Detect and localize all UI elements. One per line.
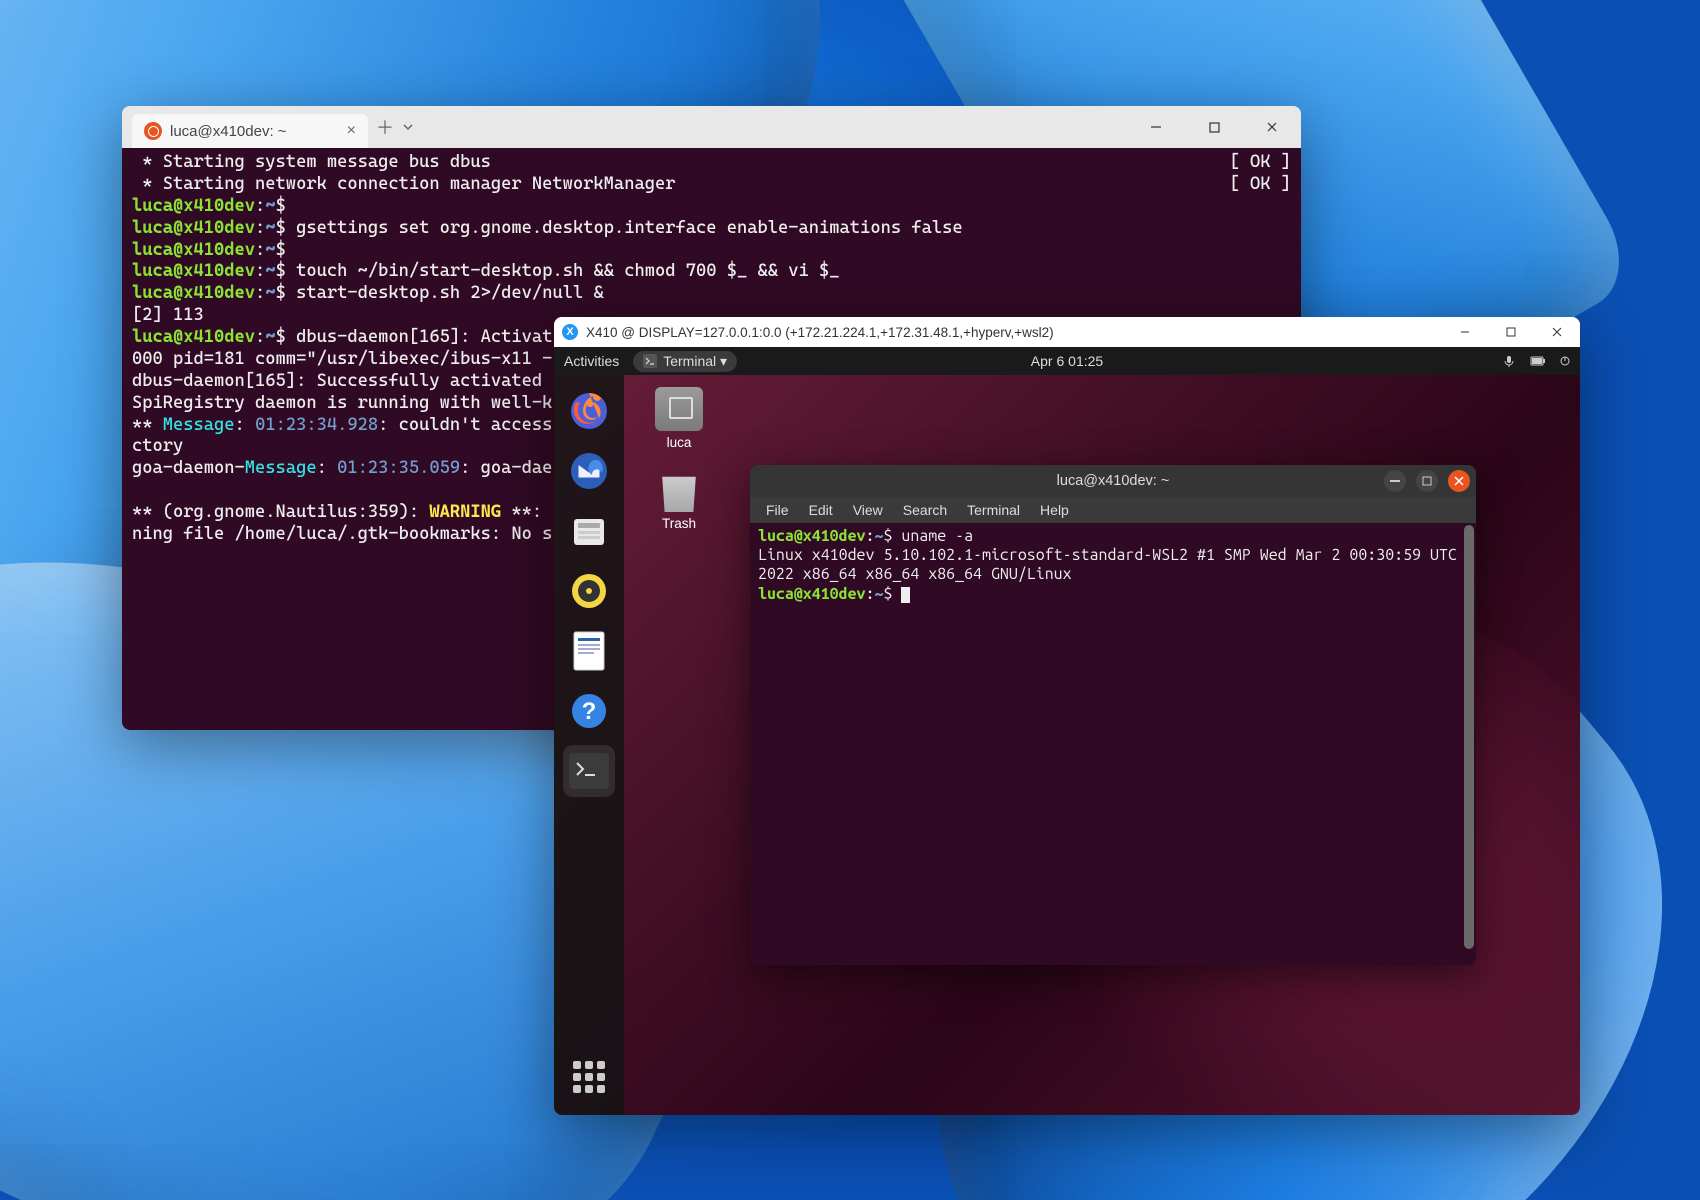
x410-icon: X bbox=[562, 324, 578, 340]
x410-titlebar[interactable]: X X410 @ DISPLAY=127.0.0.1:0.0 (+172.21.… bbox=[554, 317, 1580, 347]
show-apps-button[interactable] bbox=[563, 1051, 615, 1103]
close-tab-icon[interactable]: × bbox=[347, 122, 356, 140]
windows-terminal-titlebar[interactable]: luca@x410dev: ~ × ＋ bbox=[122, 106, 1301, 148]
icon-label: luca bbox=[639, 435, 719, 450]
dock-files[interactable] bbox=[563, 505, 615, 557]
maximize-button[interactable] bbox=[1185, 106, 1243, 148]
menu-terminal[interactable]: Terminal bbox=[959, 500, 1028, 520]
thunderbird-icon bbox=[568, 450, 610, 492]
gnome-terminal-window[interactable]: luca@x410dev: ~ File Edit View Search Te… bbox=[750, 465, 1476, 965]
window-title: luca@x410dev: ~ bbox=[1057, 473, 1170, 489]
minimize-button[interactable] bbox=[1384, 470, 1406, 492]
folder-icon bbox=[655, 387, 703, 431]
desktop-icons: luca Trash bbox=[639, 387, 719, 549]
writer-icon bbox=[570, 630, 608, 672]
active-app-indicator[interactable]: Terminal ▾ bbox=[633, 351, 737, 372]
help-icon: ? bbox=[569, 691, 609, 731]
clock[interactable]: Apr 6 01:25 bbox=[1031, 353, 1103, 369]
files-icon bbox=[569, 511, 609, 551]
apps-grid-icon bbox=[573, 1061, 605, 1093]
scrollbar[interactable] bbox=[1464, 525, 1474, 949]
trash-icon bbox=[655, 468, 703, 512]
menu-help[interactable]: Help bbox=[1032, 500, 1077, 520]
gnome-terminal-menubar: File Edit View Search Terminal Help bbox=[750, 497, 1476, 523]
close-button[interactable] bbox=[1534, 317, 1580, 347]
terminal-icon bbox=[569, 753, 609, 789]
x410-title: X410 @ DISPLAY=127.0.0.1:0.0 (+172.21.22… bbox=[586, 325, 1054, 340]
power-icon[interactable] bbox=[1560, 356, 1570, 366]
gnome-dock: ? bbox=[554, 375, 624, 1115]
gnome-desktop[interactable]: Activities Terminal ▾ Apr 6 01:25 bbox=[554, 347, 1580, 1115]
home-folder-icon[interactable]: luca bbox=[639, 387, 719, 450]
dock-terminal[interactable] bbox=[563, 745, 615, 797]
firefox-icon bbox=[568, 390, 610, 432]
terminal-tab[interactable]: luca@x410dev: ~ × bbox=[132, 114, 368, 148]
activities-button[interactable]: Activities bbox=[564, 353, 619, 369]
tab-dropdown-icon[interactable] bbox=[402, 121, 428, 133]
gnome-terminal-content[interactable]: luca@x410dev:~$ uname -a Linux x410dev 5… bbox=[750, 523, 1476, 965]
menu-file[interactable]: File bbox=[758, 500, 797, 520]
battery-icon[interactable] bbox=[1530, 355, 1546, 367]
terminal-icon bbox=[643, 354, 657, 368]
svg-text:?: ? bbox=[582, 698, 597, 725]
maximize-button[interactable] bbox=[1416, 470, 1438, 492]
dock-writer[interactable] bbox=[563, 625, 615, 677]
trash-icon-desktop[interactable]: Trash bbox=[639, 468, 719, 531]
icon-label: Trash bbox=[639, 516, 719, 531]
menu-view[interactable]: View bbox=[845, 500, 891, 520]
dock-thunderbird[interactable] bbox=[563, 445, 615, 497]
minimize-button[interactable] bbox=[1442, 317, 1488, 347]
menu-search[interactable]: Search bbox=[895, 500, 955, 520]
close-button[interactable] bbox=[1448, 470, 1470, 492]
ubuntu-icon bbox=[144, 122, 162, 140]
cursor bbox=[901, 587, 910, 603]
x410-window[interactable]: X X410 @ DISPLAY=127.0.0.1:0.0 (+172.21.… bbox=[554, 317, 1580, 1115]
maximize-button[interactable] bbox=[1488, 317, 1534, 347]
dock-rhythmbox[interactable] bbox=[563, 565, 615, 617]
rhythmbox-icon bbox=[569, 571, 609, 611]
tab-title: luca@x410dev: ~ bbox=[170, 123, 287, 140]
gnome-terminal-titlebar[interactable]: luca@x410dev: ~ bbox=[750, 465, 1476, 497]
dock-firefox[interactable] bbox=[563, 385, 615, 437]
minimize-button[interactable] bbox=[1127, 106, 1185, 148]
dock-help[interactable]: ? bbox=[563, 685, 615, 737]
menu-edit[interactable]: Edit bbox=[801, 500, 841, 520]
microphone-icon[interactable] bbox=[1502, 354, 1516, 368]
new-tab-button[interactable]: ＋ bbox=[368, 114, 402, 140]
close-button[interactable] bbox=[1243, 106, 1301, 148]
gnome-topbar: Activities Terminal ▾ Apr 6 01:25 bbox=[554, 347, 1580, 375]
